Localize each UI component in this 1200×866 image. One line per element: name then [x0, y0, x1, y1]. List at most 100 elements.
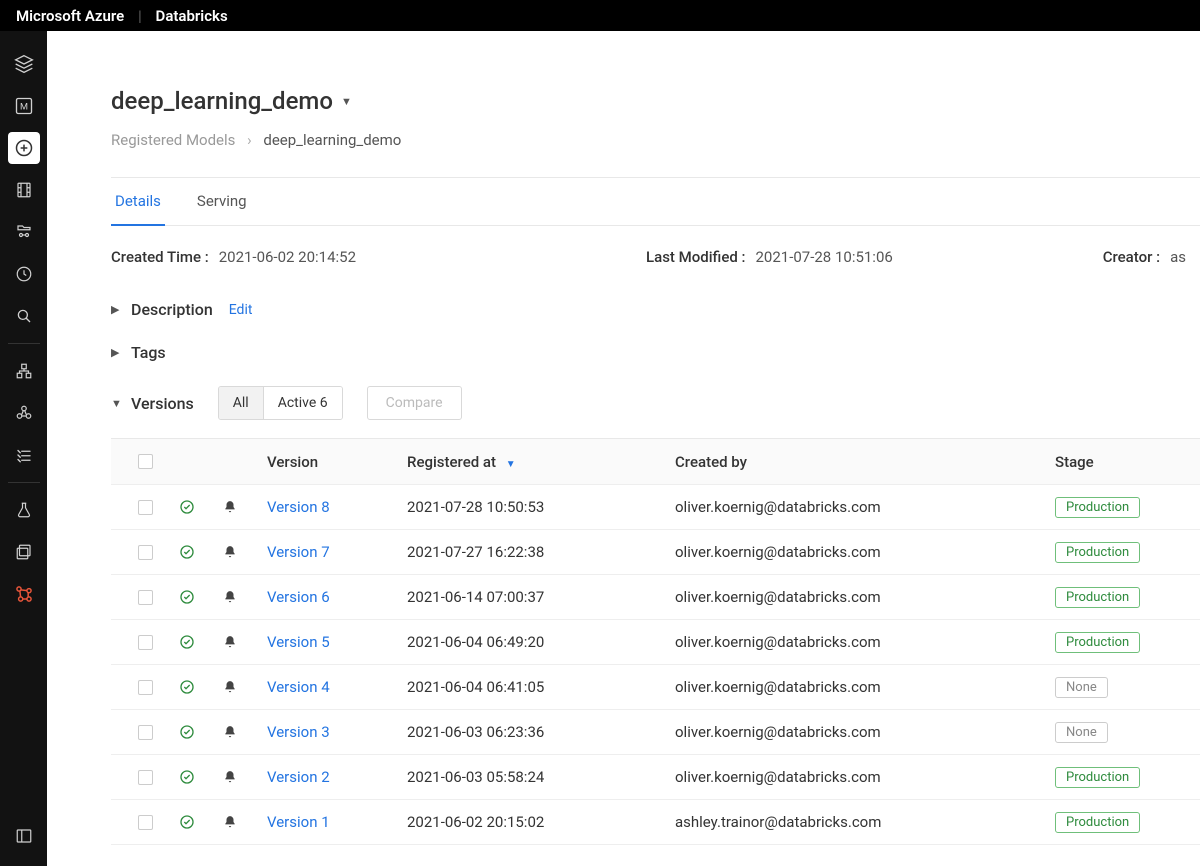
header-registered[interactable]: Registered at ▼ [407, 453, 675, 471]
chevron-right-icon: › [247, 131, 252, 149]
cell-registered: 2021-06-14 07:00:37 [407, 588, 675, 606]
sort-desc-icon: ▼ [506, 459, 516, 470]
cell-created-by: oliver.koernig@databricks.com [675, 723, 1055, 741]
breadcrumb-root[interactable]: Registered Models [111, 131, 235, 149]
select-all-checkbox[interactable] [138, 454, 153, 469]
header-stage[interactable]: Stage [1055, 453, 1200, 471]
section-description-title: Description [131, 300, 213, 319]
feature-store-icon[interactable] [8, 536, 40, 568]
models-icon[interactable] [8, 578, 40, 610]
bell-icon[interactable] [223, 500, 267, 514]
panel-toggle-icon[interactable] [8, 820, 40, 852]
experiments-icon[interactable] [8, 494, 40, 526]
version-link[interactable]: Version 3 [267, 723, 330, 741]
compute-icon[interactable] [8, 397, 40, 429]
meta-modified-value: 2021-07-28 10:51:06 [756, 248, 893, 266]
cell-registered: 2021-07-27 16:22:38 [407, 543, 675, 561]
version-link[interactable]: Version 8 [267, 498, 330, 516]
table-row: Version 3 2021-06-03 06:23:36oliver.koern… [111, 710, 1200, 755]
title-dropdown-icon[interactable]: ▼ [341, 95, 352, 108]
cell-stage: Production [1055, 497, 1200, 518]
stage-badge: Production [1055, 497, 1140, 518]
edit-description-link[interactable]: Edit [229, 302, 253, 318]
version-link[interactable]: Version 1 [267, 813, 330, 831]
cell-created-by: oliver.koernig@databricks.com [675, 498, 1055, 516]
cell-stage: Production [1055, 812, 1200, 833]
page-title-row: deep_learning_demo ▼ [111, 87, 1200, 115]
compare-button[interactable]: Compare [367, 386, 462, 420]
table-header: Version Registered at ▼ Created by Stage [111, 439, 1200, 485]
cell-registered: 2021-06-03 05:58:24 [407, 768, 675, 786]
header-created-by[interactable]: Created by [675, 453, 1055, 471]
section-tags[interactable]: ▶ Tags [111, 331, 1200, 374]
version-link[interactable]: Version 5 [267, 633, 330, 651]
row-checkbox[interactable] [138, 545, 153, 560]
cell-registered: 2021-06-04 06:41:05 [407, 678, 675, 696]
filter-all-button[interactable]: All [219, 387, 263, 419]
cell-created-by: oliver.koernig@databricks.com [675, 588, 1055, 606]
bell-icon[interactable] [223, 725, 267, 739]
caret-right-icon: ▶ [111, 346, 121, 359]
bell-icon[interactable] [223, 680, 267, 694]
status-ready-icon [179, 499, 223, 515]
table-row: Version 6 2021-06-14 07:00:37oliver.koern… [111, 575, 1200, 620]
cell-stage: Production [1055, 632, 1200, 653]
meta-created-label: Created Time : [111, 248, 209, 266]
caret-down-icon[interactable]: ▼ [111, 397, 121, 410]
row-checkbox[interactable] [138, 500, 153, 515]
create-icon[interactable] [8, 132, 40, 164]
bell-icon[interactable] [223, 635, 267, 649]
search-icon[interactable] [8, 300, 40, 332]
repo-icon[interactable] [8, 216, 40, 248]
version-link[interactable]: Version 2 [267, 768, 330, 786]
bell-icon[interactable] [223, 590, 267, 604]
cell-created-by: oliver.koernig@databricks.com [675, 768, 1055, 786]
status-ready-icon [179, 724, 223, 740]
film-icon[interactable] [8, 174, 40, 206]
row-checkbox-cell [111, 770, 179, 785]
meta-row: Created Time : 2021-06-02 20:14:52 Last … [111, 226, 1200, 288]
cell-created-by: ashley.trainor@databricks.com [675, 813, 1055, 831]
row-checkbox[interactable] [138, 770, 153, 785]
data-icon[interactable] [8, 355, 40, 387]
stage-badge: None [1055, 722, 1108, 743]
row-checkbox-cell [111, 680, 179, 695]
filter-active-button[interactable]: Active 6 [263, 387, 342, 419]
recent-icon[interactable] [8, 258, 40, 290]
row-checkbox[interactable] [138, 590, 153, 605]
header-checkbox-cell [111, 454, 179, 469]
bell-icon[interactable] [223, 815, 267, 829]
model-icon[interactable]: M [8, 90, 40, 122]
meta-modified: Last Modified : 2021-07-28 10:51:06 [646, 248, 893, 266]
header-version[interactable]: Version [267, 453, 407, 471]
version-link[interactable]: Version 4 [267, 678, 330, 696]
row-checkbox[interactable] [138, 635, 153, 650]
bell-icon[interactable] [223, 545, 267, 559]
tab-details[interactable]: Details [111, 178, 165, 226]
table-row: Version 4 2021-06-04 06:41:05oliver.koern… [111, 665, 1200, 710]
bell-icon[interactable] [223, 770, 267, 784]
cell-created-by: oliver.koernig@databricks.com [675, 633, 1055, 651]
databricks-logo-icon[interactable] [8, 48, 40, 80]
cell-created-by: oliver.koernig@databricks.com [675, 678, 1055, 696]
section-description[interactable]: ▶ Description Edit [111, 288, 1200, 331]
cell-registered: 2021-06-03 06:23:36 [407, 723, 675, 741]
section-versions-title: Versions [131, 394, 194, 413]
row-checkbox-cell [111, 815, 179, 830]
row-checkbox-cell [111, 590, 179, 605]
version-link[interactable]: Version 7 [267, 543, 330, 561]
brand-databricks: Databricks [156, 7, 228, 25]
tab-serving[interactable]: Serving [193, 178, 251, 226]
version-filter-group: All Active 6 [218, 386, 343, 420]
row-checkbox[interactable] [138, 680, 153, 695]
row-checkbox[interactable] [138, 815, 153, 830]
jobs-icon[interactable] [8, 439, 40, 471]
row-checkbox[interactable] [138, 725, 153, 740]
stage-badge: Production [1055, 812, 1140, 833]
row-checkbox-cell [111, 635, 179, 650]
sidebar: M [0, 31, 47, 866]
cell-stage: Production [1055, 587, 1200, 608]
version-link[interactable]: Version 6 [267, 588, 330, 606]
meta-creator-label: Creator : [1103, 248, 1160, 266]
versions-table: Version Registered at ▼ Created by Stage… [111, 438, 1200, 845]
